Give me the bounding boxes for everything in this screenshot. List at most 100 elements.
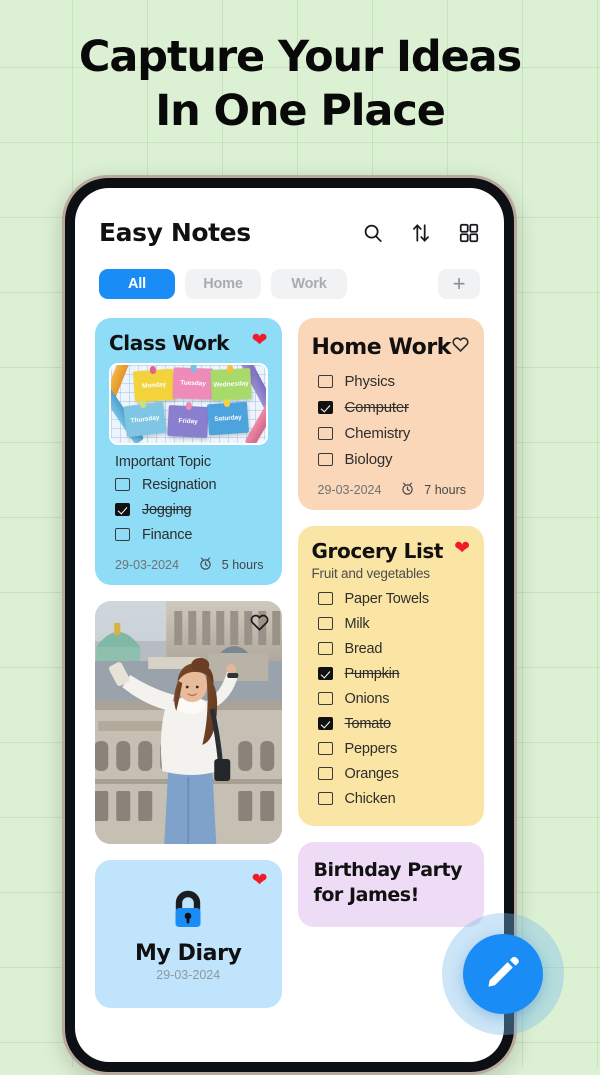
card-title: Class Work — [109, 331, 230, 355]
favorite-heart-icon[interactable]: ❤ — [252, 331, 268, 350]
category-tabs: All Home Work + — [75, 247, 504, 299]
todo-item[interactable]: Finance — [109, 522, 268, 547]
checkbox[interactable] — [317, 667, 333, 680]
note-card-my-diary[interactable]: ❤ My Diary 29-03-2024 — [95, 860, 282, 1008]
sticky-note: Friday — [167, 401, 210, 438]
todo-label: Pumpkin — [344, 665, 400, 682]
favorite-heart-outline-icon[interactable] — [249, 612, 270, 633]
todo-item[interactable]: Tomato — [312, 711, 471, 736]
todo-item[interactable]: Milk — [312, 611, 471, 636]
birthday-line-2: for James! — [313, 883, 420, 906]
card-date: 29-03-2024 — [156, 967, 221, 982]
checkbox[interactable] — [115, 478, 130, 491]
todo-item[interactable]: Peppers — [312, 736, 471, 761]
todo-label: Peppers — [344, 740, 398, 757]
alarm-clock-icon — [198, 556, 213, 574]
todo-item[interactable]: Paper Towels — [312, 586, 471, 611]
sticky-note: Monday — [133, 365, 176, 403]
checkbox[interactable] — [317, 617, 333, 630]
notes-board: Class Work ❤ Monday Tuesday Wednesday Th… — [75, 299, 504, 1008]
todo-label: Computer — [344, 398, 409, 416]
headline-line-2: In One Place — [155, 86, 446, 137]
note-card-class-work[interactable]: Class Work ❤ Monday Tuesday Wednesday Th… — [95, 318, 282, 585]
todo-label: Bread — [344, 640, 383, 657]
todo-item[interactable]: Chicken — [312, 786, 471, 811]
sticky-note: Saturday — [207, 399, 250, 436]
todo-label: Resignation — [142, 476, 217, 493]
todo-item[interactable]: Physics — [312, 368, 471, 394]
todo-label: Onions — [344, 690, 390, 707]
todo-item[interactable]: Pumpkin — [312, 661, 471, 686]
tab-work[interactable]: Work — [271, 269, 347, 299]
todo-item[interactable]: Oranges — [312, 761, 471, 786]
checkbox[interactable] — [317, 426, 333, 440]
todo-label: Jogging — [142, 501, 192, 518]
app-bar-actions — [362, 222, 480, 244]
todo-item[interactable]: Bread — [312, 636, 471, 661]
card-footer: 29-03-2024 7 hours — [312, 481, 471, 499]
tab-all[interactable]: All — [99, 269, 175, 299]
favorite-heart-icon[interactable]: ❤ — [454, 539, 470, 558]
sticky-note: Wednesday — [210, 365, 253, 402]
todo-item[interactable]: Onions — [312, 686, 471, 711]
card-title: Grocery List — [311, 539, 444, 563]
todo-label: Physics — [344, 372, 395, 390]
card-footer: 29-03-2024 5 hours — [109, 556, 268, 574]
app-title: Easy Notes — [99, 218, 251, 247]
todo-item[interactable]: Jogging — [109, 497, 268, 522]
todo-label: Chemistry — [344, 424, 411, 442]
todo-label: Chicken — [344, 790, 396, 807]
lock-icon — [167, 887, 209, 935]
checkbox[interactable] — [317, 692, 333, 705]
todo-label: Paper Towels — [344, 590, 430, 607]
sticky-note: Thursday — [123, 399, 167, 438]
todo-item[interactable]: Chemistry — [312, 420, 471, 446]
favorite-heart-outline-icon[interactable] — [451, 335, 470, 354]
card-title: Home Work — [311, 335, 452, 360]
phone-screen: Easy Notes All Home Work + Class Work ❤ … — [75, 188, 504, 1062]
search-icon[interactable] — [362, 222, 384, 244]
add-category-button[interactable]: + — [438, 269, 480, 299]
alarm-clock-icon — [400, 481, 415, 499]
note-card-grocery-list[interactable]: Grocery List ❤ Fruit and vegetables Pape… — [297, 526, 484, 826]
checkbox[interactable] — [317, 592, 333, 605]
note-card-home-work[interactable]: Home Work Physics Computer Chemistry Bio… — [297, 318, 484, 510]
checkbox[interactable] — [317, 374, 333, 388]
checkbox[interactable] — [317, 452, 333, 466]
grid-view-icon[interactable] — [458, 222, 480, 244]
todo-label: Oranges — [344, 765, 399, 782]
checkbox[interactable] — [115, 503, 130, 516]
headline-line-1: Capture Your Ideas — [78, 32, 522, 82]
todo-label: Milk — [344, 615, 370, 632]
card-section-label: Important Topic — [115, 454, 211, 470]
todo-label: Tomato — [344, 715, 392, 732]
todo-item[interactable]: Biology — [312, 446, 471, 472]
page-headline: Capture Your Ideas In One Place — [0, 30, 600, 138]
card-date: 29-03-2024 — [115, 558, 179, 572]
card-date: 29-03-2024 — [317, 483, 382, 497]
checkbox[interactable] — [317, 717, 333, 730]
todo-item[interactable]: Resignation — [109, 472, 268, 497]
note-card-photo[interactable] — [95, 601, 282, 844]
checkbox[interactable] — [317, 742, 333, 755]
favorite-heart-icon[interactable]: ❤ — [252, 871, 268, 890]
card-duration: 5 hours — [198, 556, 264, 574]
birthday-line-1: Birthday Party — [313, 859, 463, 881]
checkbox[interactable] — [317, 792, 333, 805]
new-note-fab[interactable] — [463, 934, 543, 1014]
sort-icon[interactable] — [410, 222, 432, 244]
card-subtitle: Fruit and vegetables — [311, 566, 431, 581]
todo-item[interactable]: Computer — [312, 394, 471, 420]
tab-home[interactable]: Home — [185, 269, 261, 299]
board-column-left: Class Work ❤ Monday Tuesday Wednesday Th… — [95, 318, 282, 1008]
checkbox[interactable] — [115, 528, 130, 541]
todo-label: Biology — [344, 450, 393, 468]
board-column-right: Home Work Physics Computer Chemistry Bio… — [297, 318, 484, 928]
edit-pencil-icon — [484, 953, 522, 996]
todo-label: Finance — [142, 526, 193, 543]
checkbox[interactable] — [317, 400, 333, 414]
checkbox[interactable] — [317, 767, 333, 780]
fab-container — [442, 913, 564, 1035]
checkbox[interactable] — [317, 642, 333, 655]
class-work-image: Monday Tuesday Wednesday Thursday Friday… — [109, 363, 268, 445]
